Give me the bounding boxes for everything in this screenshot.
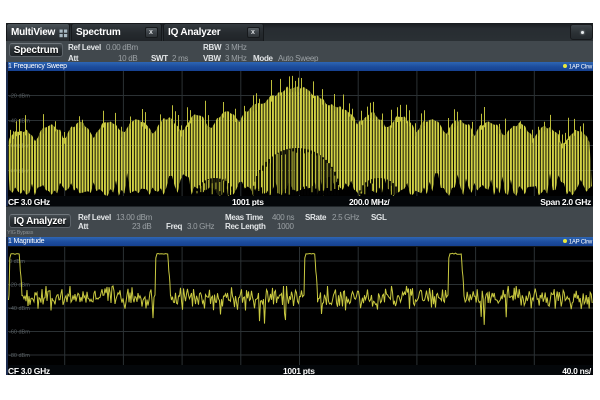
svg-text:-20 dBm: -20 dBm bbox=[9, 283, 30, 289]
svg-text:-20 dBm: -20 dBm bbox=[9, 94, 30, 100]
svg-text:-40 dBm: -40 dBm bbox=[9, 306, 30, 312]
svg-text:-80 dBm: -80 dBm bbox=[9, 353, 30, 359]
svg-text:0 dBm: 0 dBm bbox=[9, 259, 25, 265]
svg-text:-60 dBm: -60 dBm bbox=[9, 330, 30, 336]
